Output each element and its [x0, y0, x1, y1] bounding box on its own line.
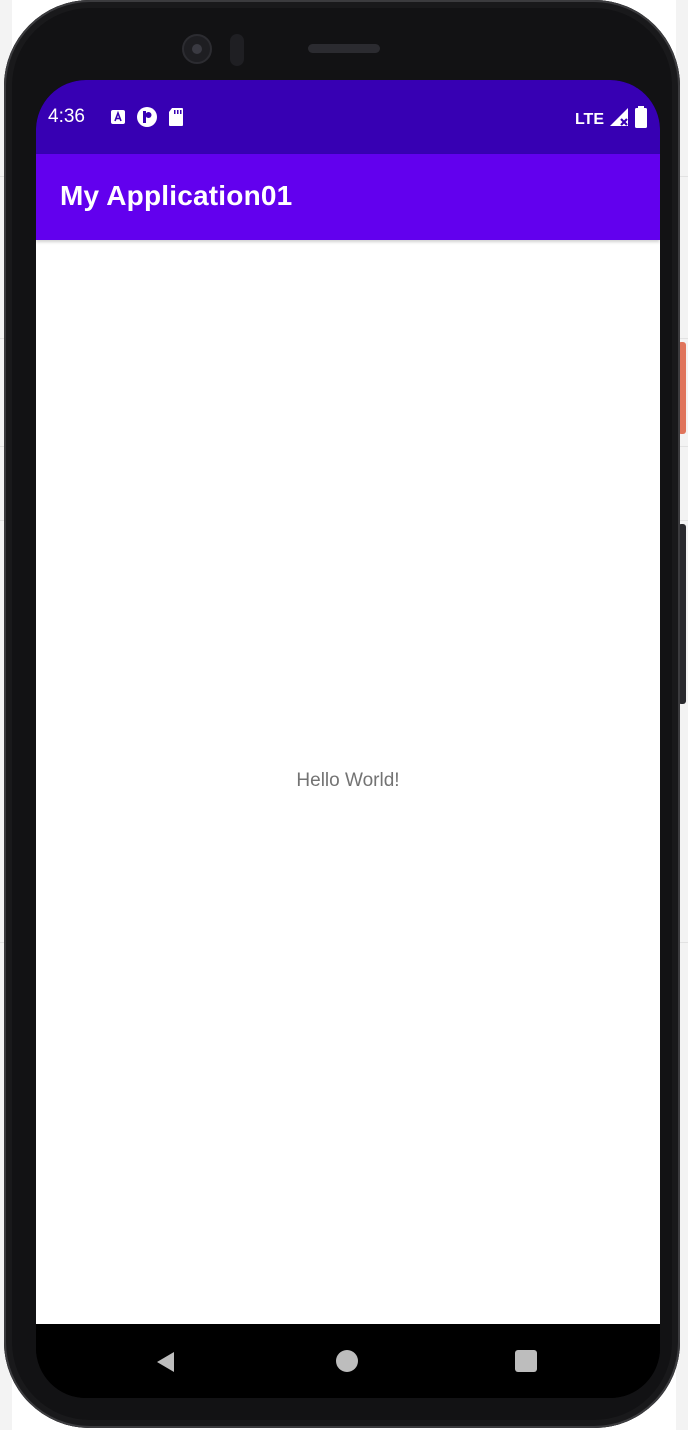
front-camera — [182, 34, 212, 64]
device-screen: 4:36 LTE My Application01 Hello World! — [36, 80, 660, 1398]
status-icons-right: LTE — [575, 106, 648, 133]
app-a-icon — [110, 109, 126, 130]
back-button[interactable] — [154, 1350, 176, 1379]
earpiece-speaker — [308, 44, 380, 53]
app-title: My Application01 — [60, 180, 293, 211]
recents-button[interactable] — [515, 1350, 537, 1372]
status-icons-left — [110, 106, 184, 133]
home-button[interactable] — [336, 1350, 358, 1372]
main-content: Hello World! — [36, 240, 660, 1324]
signal-icon — [608, 106, 630, 133]
proximity-sensor — [230, 34, 244, 66]
hello-world-text: Hello World! — [296, 770, 400, 791]
app-bar: My Application01 — [36, 154, 660, 240]
status-bar: 4:36 LTE — [36, 80, 660, 154]
notification-circle-icon — [136, 106, 158, 133]
status-time: 4:36 — [48, 106, 85, 127]
phone-frame: 4:36 LTE My Application01 Hello World! — [4, 0, 680, 1428]
network-type-label: LTE — [574, 110, 604, 128]
navigation-bar — [36, 1324, 660, 1398]
sd-card-icon — [168, 107, 184, 132]
battery-icon — [634, 106, 648, 133]
